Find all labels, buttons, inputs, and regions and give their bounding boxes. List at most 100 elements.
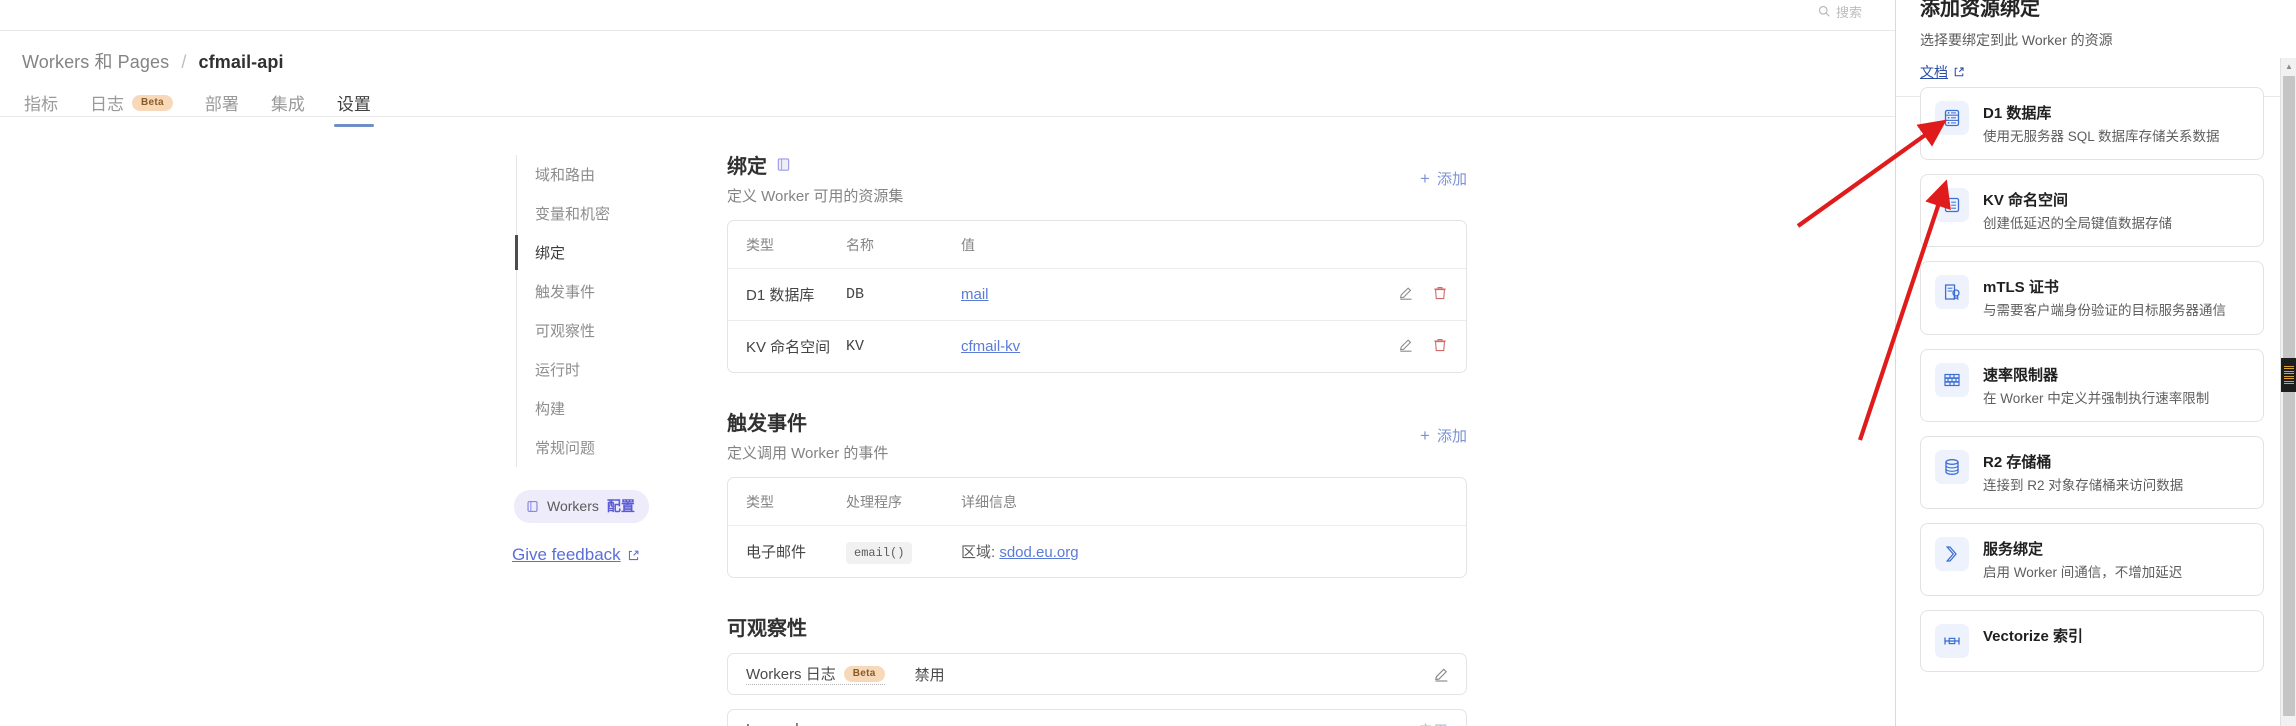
sidebar-item-label: 常规问题 (535, 440, 596, 457)
trigger-handler: email() (846, 542, 913, 564)
scrollbar-marker (2281, 358, 2296, 392)
breadcrumb: Workers 和 Pages / cfmail-api (22, 48, 284, 74)
sidebar-item-label: 可观察性 (535, 323, 596, 340)
tab-settings[interactable]: 设置 (321, 86, 387, 127)
drawer-resource-list: D1 数据库 使用无服务器 SQL 数据库存储关系数据 KV 命名空间 创建低延… (1896, 73, 2280, 726)
sidebar-item-domains-routes[interactable]: 域和路由 (517, 155, 691, 194)
give-feedback-link[interactable]: Give feedback (512, 545, 640, 565)
resource-text: mTLS 证书 与需要客户端身份验证的目标服务器通信 (1983, 275, 2226, 320)
tab-logs-beta-badge: Beta (132, 94, 173, 111)
workers-config-pill[interactable]: Workers 配置 (514, 490, 649, 523)
search-icon (1818, 5, 1830, 17)
settings-content: 绑定 定义 Worker 可用的资源集 + 添加 类型 名称 值 D1 数据库 … (727, 150, 1467, 726)
bindings-section-header: 绑定 定义 Worker 可用的资源集 + 添加 (727, 150, 1467, 206)
triggers-add-button[interactable]: + 添加 (1420, 425, 1467, 446)
resource-option-mtls-certificate[interactable]: mTLS 证书 与需要客户端身份验证的目标服务器通信 (1920, 261, 2264, 335)
scrollbar-thumb[interactable] (2283, 76, 2295, 716)
logpush-label: Logpush (746, 721, 804, 726)
bindings-title-row: 绑定 (727, 150, 791, 179)
workers-logs-label: Workers 日志 (746, 666, 836, 683)
sidebar-item-bindings[interactable]: 绑定 (515, 233, 691, 272)
sidebar-item-triggers[interactable]: 触发事件 (517, 272, 691, 311)
table-header-row: 类型 处理程序 详细信息 (728, 478, 1466, 526)
marker-bars-icon (2284, 364, 2294, 386)
resource-title: 服务绑定 (1983, 541, 2044, 559)
triggers-subtitle: 定义调用 Worker 的事件 (727, 445, 889, 462)
bindings-add-label: 添加 (1436, 171, 1467, 188)
tab-metrics[interactable]: 指标 (8, 86, 74, 127)
table-header-row: 类型 名称 值 (728, 221, 1466, 269)
resource-option-service-binding[interactable]: 服务绑定 启用 Worker 间通信，不增加延迟 (1920, 523, 2264, 597)
triggers-add-label: 添加 (1436, 428, 1467, 445)
resource-title: Vectorize 索引 (1983, 628, 2084, 646)
workers-logs-beta-badge: Beta (843, 665, 885, 682)
sidebar-item-build[interactable]: 构建 (517, 389, 691, 428)
resource-desc: 创建低延迟的全局键值数据存储 (1983, 216, 2172, 232)
resource-text: KV 命名空间 创建低延迟的全局键值数据存储 (1983, 188, 2172, 233)
trigger-detail-prefix: 区域: (961, 544, 996, 561)
brick-wall-icon (1935, 362, 1969, 397)
triggers-col-actions (1366, 478, 1466, 526)
resource-text: 速率限制器 在 Worker 中定义并强制执行速率限制 (1983, 363, 2209, 408)
sidebar-item-label: 绑定 (535, 245, 566, 262)
tab-logs[interactable]: 日志 Beta (74, 86, 189, 127)
triggers-section-header: 触发事件 定义调用 Worker 的事件 + 添加 (727, 407, 1467, 463)
table-row: D1 数据库 DB mail (728, 268, 1466, 321)
binding-name: KV (846, 338, 865, 355)
resource-desc: 连接到 R2 对象存储桶来访问数据 (1983, 477, 2184, 493)
tab-deployments[interactable]: 部署 (189, 86, 255, 127)
resource-option-rate-limiter[interactable]: 速率限制器 在 Worker 中定义并强制执行速率限制 (1920, 348, 2264, 422)
resource-desc: 与需要客户端身份验证的目标服务器通信 (1983, 303, 2226, 319)
row-actions (1398, 285, 1448, 301)
plus-icon: + (1420, 169, 1430, 188)
breadcrumb-separator: / (181, 52, 187, 72)
bindings-col-name: 名称 (846, 221, 961, 269)
resource-option-d1-database[interactable]: D1 数据库 使用无服务器 SQL 数据库存储关系数据 (1920, 87, 2264, 161)
kv-list-icon (1935, 188, 1969, 223)
logpush-enable-action[interactable]: 启用 (1418, 720, 1448, 726)
resource-desc: 在 Worker 中定义并强制执行速率限制 (1983, 390, 2210, 406)
scroll-up-arrow-icon[interactable]: ▲ (2281, 58, 2296, 74)
sidebar-item-runtime[interactable]: 运行时 (517, 350, 691, 389)
sidebar-item-variables-secrets[interactable]: 变量和机密 (517, 194, 691, 233)
resource-text: D1 数据库 使用无服务器 SQL 数据库存储关系数据 (1983, 101, 2220, 146)
book-icon (527, 500, 538, 512)
give-feedback-label: Give feedback (512, 545, 621, 564)
drawer-scrollbar[interactable]: ▲ (2280, 58, 2296, 726)
resource-option-r2-bucket[interactable]: R2 存储桶 连接到 R2 对象存储桶来访问数据 (1920, 435, 2264, 510)
settings-sidenav: 域和路由 变量和机密 绑定 触发事件 可观察性 运行时 构建 常规问题 (515, 155, 691, 467)
binding-value-link[interactable]: mail (961, 286, 989, 303)
trash-icon[interactable] (1432, 285, 1448, 301)
main-page: 搜索 Workers 和 Pages / cfmail-api 指标 日志 Be… (0, 0, 1895, 726)
workers-logs-name[interactable]: Workers 日志 Beta (746, 663, 885, 685)
binding-name: DB (846, 268, 961, 321)
drawer-subtitle: 选择要绑定到此 Worker 的资源 (1920, 32, 2113, 48)
plus-icon: + (1420, 426, 1430, 445)
trash-icon[interactable] (1432, 337, 1448, 353)
resource-option-vectorize-index[interactable]: Vectorize 索引 (1920, 610, 2264, 673)
resource-option-kv-namespace[interactable]: KV 命名空间 创建低延迟的全局键值数据存储 (1920, 174, 2264, 248)
bindings-add-button[interactable]: + 添加 (1420, 168, 1467, 189)
resource-title: 速率限制器 (1983, 366, 2059, 384)
trigger-detail-link[interactable]: sdod.eu.org (999, 544, 1078, 561)
tab-logs-label: 日志 (90, 95, 124, 114)
resource-title: D1 数据库 (1983, 105, 2052, 122)
pencil-icon[interactable] (1433, 666, 1450, 683)
breadcrumb-root[interactable]: Workers 和 Pages (22, 52, 169, 72)
app-root: 搜索 Workers 和 Pages / cfmail-api 指标 日志 Be… (0, 0, 2296, 726)
binding-value-link[interactable]: cfmail-kv (961, 338, 1020, 355)
pencil-icon[interactable] (1398, 285, 1414, 301)
book-icon[interactable] (776, 157, 791, 172)
tab-integrations[interactable]: 集成 (255, 86, 321, 127)
sidebar-item-label: 变量和机密 (535, 206, 611, 223)
sidebar-item-general[interactable]: 常规问题 (517, 428, 691, 467)
sidebar-item-observability[interactable]: 可观察性 (517, 311, 691, 350)
triggers-title: 触发事件 (727, 413, 807, 435)
triggers-col-type: 类型 (728, 478, 846, 526)
pencil-icon[interactable] (1398, 337, 1414, 353)
triggers-col-detail: 详细信息 (961, 478, 1366, 526)
logpush-name[interactable]: Logpush (746, 721, 804, 726)
global-search[interactable]: 搜索 (1818, 2, 1892, 20)
bindings-subtitle: 定义 Worker 可用的资源集 (727, 188, 904, 205)
tab-integrations-label: 集成 (270, 95, 305, 114)
